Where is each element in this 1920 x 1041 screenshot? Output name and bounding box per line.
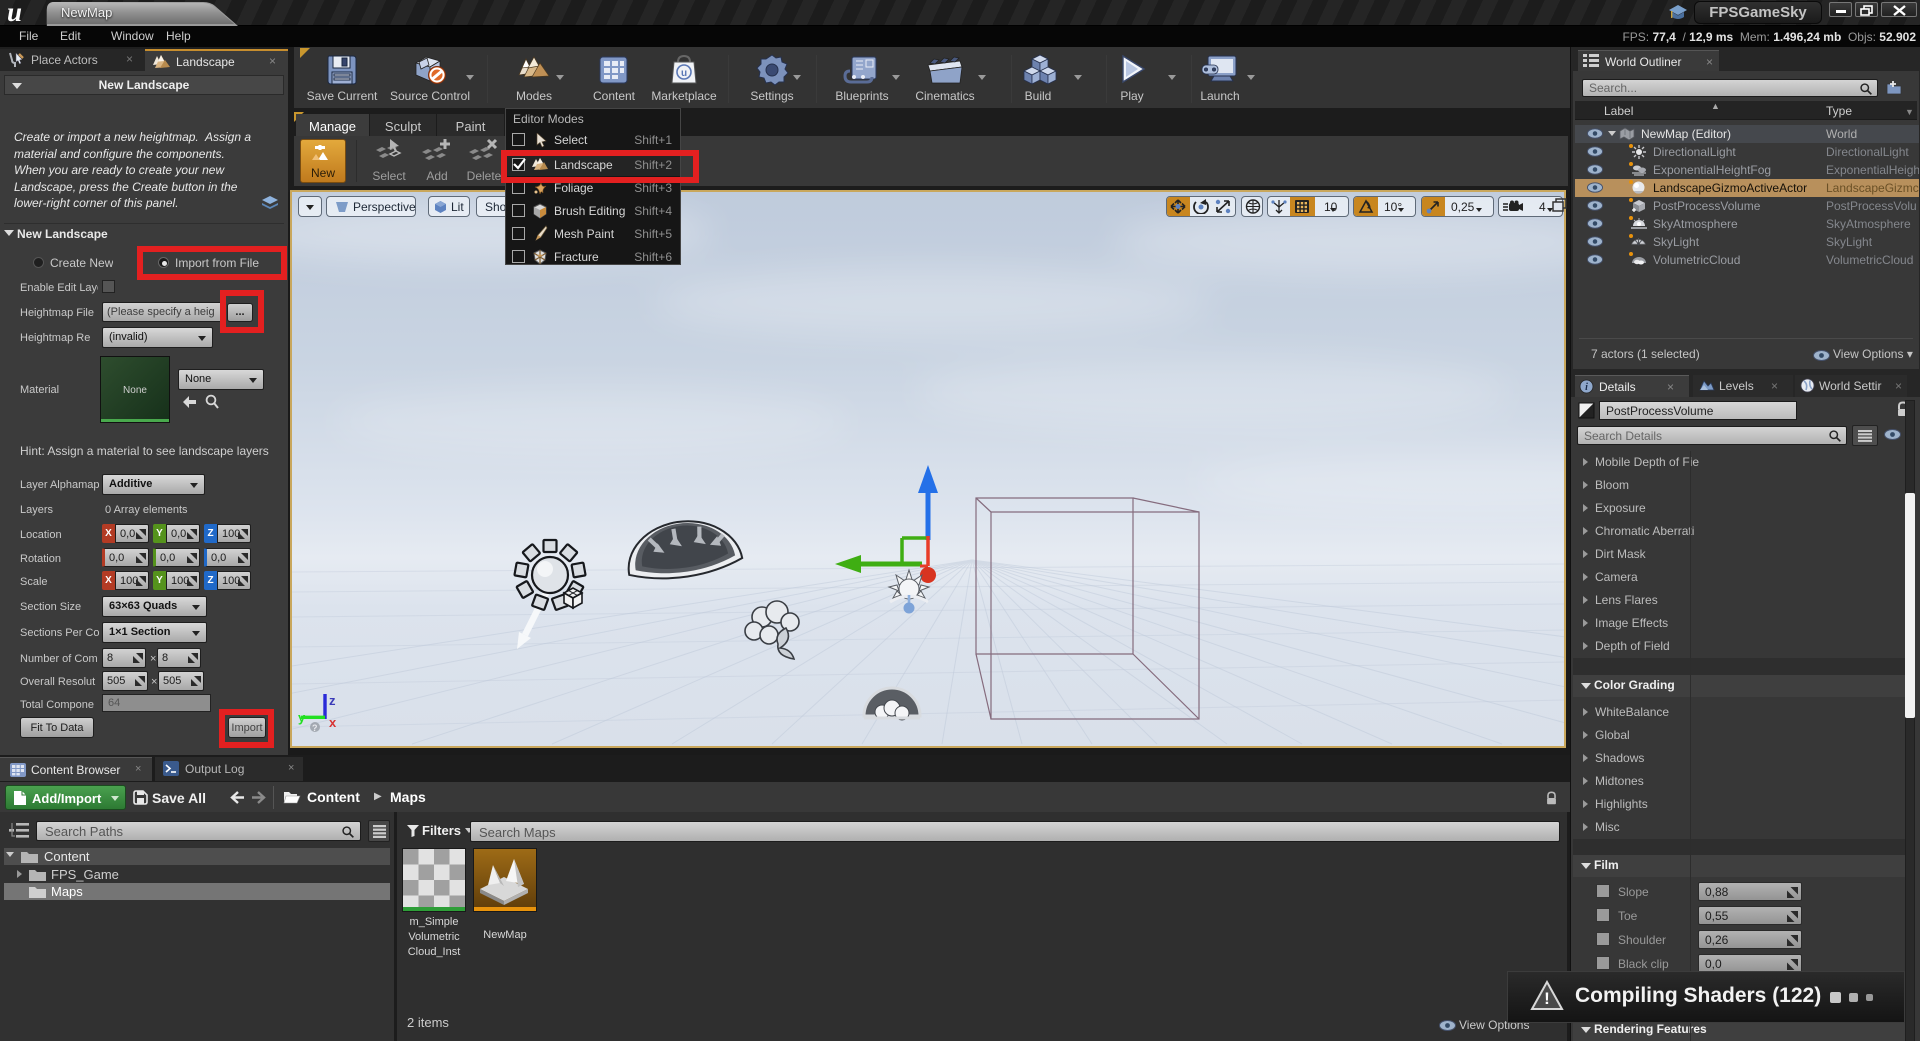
- svg-text:x: x: [329, 715, 337, 730]
- svg-text:!: !: [1544, 989, 1550, 1008]
- svg-text:i: i: [1585, 382, 1588, 393]
- svg-text:u: u: [681, 68, 687, 79]
- svg-text:?: ?: [312, 723, 318, 733]
- svg-text:y: y: [298, 710, 306, 725]
- svg-text:z: z: [329, 693, 336, 708]
